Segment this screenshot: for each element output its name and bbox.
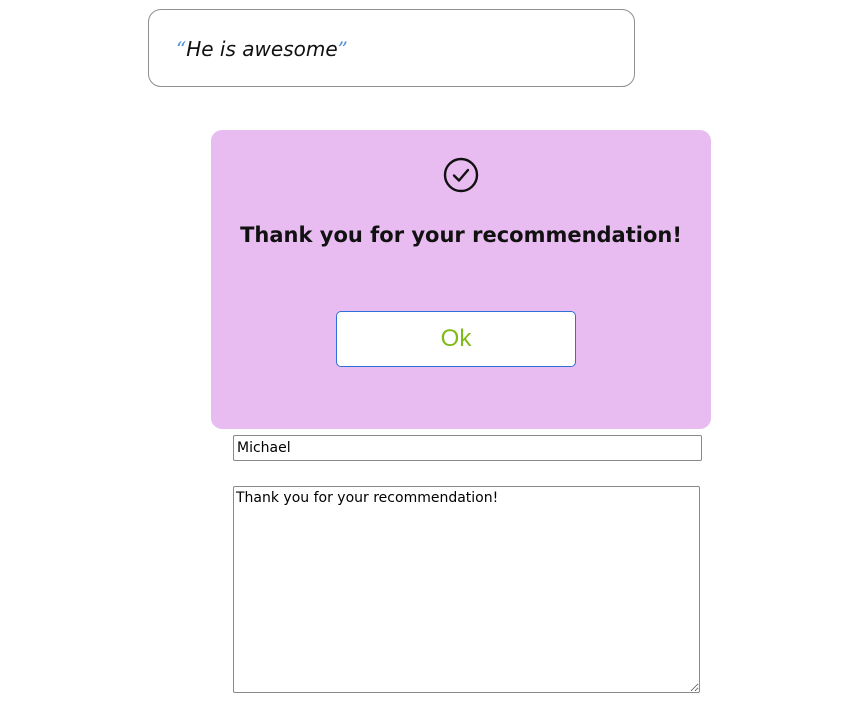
testimonial-card: “He is awesome” <box>148 9 635 87</box>
check-circle-icon <box>443 157 479 193</box>
dialog-title: Thank you for your recommendation! <box>240 223 682 247</box>
open-quote-mark: “ <box>176 37 187 61</box>
confirmation-dialog: Thank you for your recommendation! Ok <box>211 130 711 429</box>
testimonial-quote: He is awesome <box>186 37 338 61</box>
name-input[interactable] <box>233 435 702 461</box>
ok-button[interactable]: Ok <box>336 311 576 367</box>
close-quote-mark: ” <box>337 37 348 61</box>
message-textarea[interactable]: Thank you for your recommendation! <box>233 486 700 693</box>
testimonial-text: “He is awesome” <box>176 35 348 63</box>
